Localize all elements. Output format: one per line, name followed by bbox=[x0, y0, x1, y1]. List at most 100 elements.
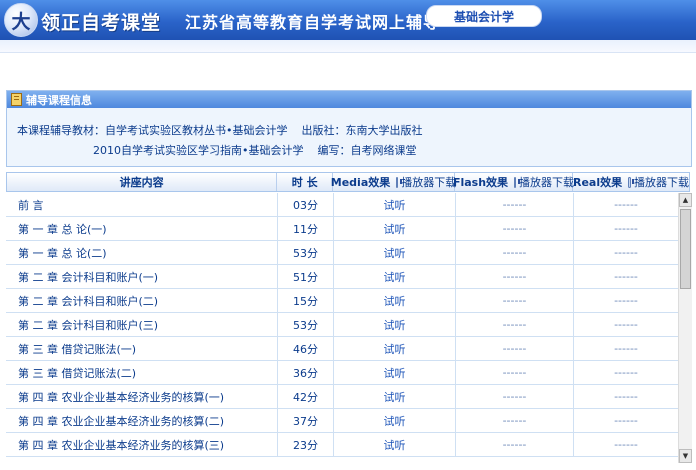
lecture-title: 第 一 章 总 论(一) bbox=[6, 217, 278, 240]
media-preview-link[interactable]: 试听 bbox=[334, 289, 456, 312]
lecture-title: 第 三 章 借贷记账法(二) bbox=[6, 361, 278, 384]
real-unavailable: ------ bbox=[614, 246, 638, 259]
download-icon bbox=[396, 176, 403, 188]
lecture-table-header: 讲座内容 时 长 Media效果 播放器下载 Flash效果 播放器下载 Rea… bbox=[6, 172, 690, 192]
textbook-publisher: 出版社：东南大学出版社 bbox=[301, 124, 423, 137]
download-icon bbox=[628, 176, 634, 188]
lecture-duration: 42分 bbox=[278, 385, 334, 408]
download-icon bbox=[514, 176, 521, 188]
course-info-heading: 辅导课程信息 bbox=[26, 93, 92, 107]
flash-player-download-link[interactable]: 播放器下载 bbox=[519, 174, 574, 190]
media-preview-link[interactable]: 试听 bbox=[334, 241, 456, 264]
real-unavailable: ------ bbox=[614, 294, 638, 307]
real-unavailable: ------ bbox=[614, 390, 638, 403]
flash-unavailable: ------ bbox=[456, 193, 574, 216]
course-name-badge[interactable]: 基础会计学 bbox=[426, 5, 542, 27]
real-unavailable: ------ bbox=[614, 414, 638, 427]
lecture-title: 第 四 章 农业企业基本经济业务的核算(一) bbox=[6, 385, 278, 408]
lecture-title: 第 一 章 总 论(二) bbox=[6, 241, 278, 264]
table-row: 第 四 章 农业企业基本经济业务的核算(一) 42分 试听 ------ ------ bbox=[6, 385, 678, 409]
lecture-title: 第 三 章 借贷记账法(一) bbox=[6, 337, 278, 360]
table-row: 第 二 章 会计科目和账户(二) 15分 试听 ------ ------ bbox=[6, 289, 678, 313]
real-unavailable: ------ bbox=[614, 438, 638, 451]
lecture-duration: 51分 bbox=[278, 265, 334, 288]
header-content: 讲座内容 bbox=[7, 173, 278, 191]
flash-unavailable: ------ bbox=[456, 289, 574, 312]
header-flash-label: Flash效果 bbox=[452, 176, 509, 189]
lecture-duration: 15分 bbox=[278, 289, 334, 312]
header-media: Media效果 播放器下载 bbox=[330, 173, 456, 191]
real-unavailable: ------ bbox=[614, 198, 638, 211]
header-real-label: Real效果 bbox=[573, 176, 623, 189]
flash-unavailable: ------ bbox=[456, 385, 574, 408]
flash-unavailable: ------ bbox=[456, 409, 574, 432]
flash-unavailable: ------ bbox=[456, 241, 574, 264]
lecture-duration: 53分 bbox=[278, 313, 334, 336]
lecture-duration: 53分 bbox=[278, 241, 334, 264]
flash-unavailable: ------ bbox=[456, 265, 574, 288]
media-preview-link[interactable]: 试听 bbox=[334, 313, 456, 336]
lecture-duration: 23分 bbox=[278, 433, 334, 456]
site-logo-text: 领正自考课堂 bbox=[41, 12, 162, 34]
real-unavailable: ------ bbox=[614, 342, 638, 355]
table-row: 第 四 章 农业企业基本经济业务的核算(二) 37分 试听 ------ ------ bbox=[6, 409, 678, 433]
table-row: 第 一 章 总 论(二) 53分 试听 ------ ------ bbox=[6, 241, 678, 265]
guide-line: 2010自学考试实验区学习指南•基础会计学 编写：自考网络课堂 bbox=[93, 142, 416, 158]
lecture-duration: 37分 bbox=[278, 409, 334, 432]
lecture-duration: 46分 bbox=[278, 337, 334, 360]
media-preview-link[interactable]: 试听 bbox=[334, 265, 456, 288]
scroll-up-icon[interactable]: ▲ bbox=[679, 193, 692, 207]
course-info-header: 辅导课程信息 bbox=[7, 91, 691, 108]
site-banner: 大 领正自考课堂 江苏省高等教育自学考试网上辅导 基础会计学 bbox=[0, 0, 696, 40]
table-row: 第 三 章 借贷记账法(二) 36分 试听 ------ ------ bbox=[6, 361, 678, 385]
scroll-thumb[interactable] bbox=[680, 209, 691, 289]
media-preview-link[interactable]: 试听 bbox=[334, 217, 456, 240]
lecture-table-body: 前 言 03分 试听 ------ ------ 第 一 章 总 论(一) 11分 试听 --… bbox=[6, 193, 678, 463]
study-guide: 2010自学考试实验区学习指南•基础会计学 bbox=[93, 144, 304, 157]
lecture-title: 第 二 章 会计科目和账户(三) bbox=[6, 313, 278, 336]
lecture-title: 第 二 章 会计科目和账户(一) bbox=[6, 265, 278, 288]
table-row: 第 二 章 会计科目和账户(一) 51分 试听 ------ ------ bbox=[6, 265, 678, 289]
flash-unavailable: ------ bbox=[456, 433, 574, 456]
document-icon bbox=[11, 93, 22, 106]
table-scrollbar[interactable]: ▲ ▼ bbox=[678, 193, 692, 463]
media-preview-link[interactable]: 试听 bbox=[334, 361, 456, 384]
textbook-material: 本课程辅导教材：自学考试实验区教材丛书•基础会计学 bbox=[17, 124, 288, 137]
table-row: 前 言 03分 试听 ------ ------ bbox=[6, 193, 678, 217]
guide-editor: 编写：自考网络课堂 bbox=[317, 144, 417, 157]
header-media-label: Media效果 bbox=[330, 176, 391, 189]
header-duration: 时 长 bbox=[277, 173, 333, 191]
textbook-line: 本课程辅导教材：自学考试实验区教材丛书•基础会计学 出版社：东南大学出版社 bbox=[17, 122, 423, 138]
banner-divider bbox=[0, 40, 696, 53]
lecture-title: 前 言 bbox=[6, 193, 278, 216]
header-real: Real效果 播放器下载 bbox=[573, 173, 689, 191]
media-preview-link[interactable]: 试听 bbox=[334, 433, 456, 456]
logo-icon: 大 bbox=[4, 3, 38, 37]
scroll-down-icon[interactable]: ▼ bbox=[679, 449, 692, 463]
lecture-duration: 11分 bbox=[278, 217, 334, 240]
media-player-download-link[interactable]: 播放器下载 bbox=[401, 174, 456, 190]
real-unavailable: ------ bbox=[614, 318, 638, 331]
media-preview-link[interactable]: 试听 bbox=[334, 385, 456, 408]
media-preview-link[interactable]: 试听 bbox=[334, 337, 456, 360]
flash-unavailable: ------ bbox=[456, 313, 574, 336]
real-unavailable: ------ bbox=[614, 270, 638, 283]
site-title: 江苏省高等教育自学考试网上辅导 bbox=[185, 13, 441, 32]
media-preview-link[interactable]: 试听 bbox=[334, 409, 456, 432]
real-unavailable: ------ bbox=[614, 222, 638, 235]
table-row: 第 一 章 总 论(一) 11分 试听 ------ ------ bbox=[6, 217, 678, 241]
table-row: 第 二 章 会计科目和账户(三) 53分 试听 ------ ------ bbox=[6, 313, 678, 337]
table-row: 第 三 章 借贷记账法(一) 46分 试听 ------ ------ bbox=[6, 337, 678, 361]
course-info-panel: 辅导课程信息 本课程辅导教材：自学考试实验区教材丛书•基础会计学 出版社：东南大学… bbox=[6, 90, 692, 167]
flash-unavailable: ------ bbox=[456, 361, 574, 384]
lecture-title: 第 二 章 会计科目和账户(二) bbox=[6, 289, 278, 312]
flash-unavailable: ------ bbox=[456, 337, 574, 360]
lecture-duration: 36分 bbox=[278, 361, 334, 384]
table-row: 第 四 章 农业企业基本经济业务的核算(三) 23分 试听 ------ ------ bbox=[6, 433, 678, 457]
real-unavailable: ------ bbox=[614, 366, 638, 379]
real-player-download-link[interactable]: 播放器下载 bbox=[634, 174, 689, 190]
media-preview-link[interactable]: 试听 bbox=[334, 193, 456, 216]
lecture-title: 第 四 章 农业企业基本经济业务的核算(二) bbox=[6, 409, 278, 432]
lecture-title: 第 四 章 农业企业基本经济业务的核算(三) bbox=[6, 433, 278, 456]
header-flash: Flash效果 播放器下载 bbox=[452, 173, 574, 191]
